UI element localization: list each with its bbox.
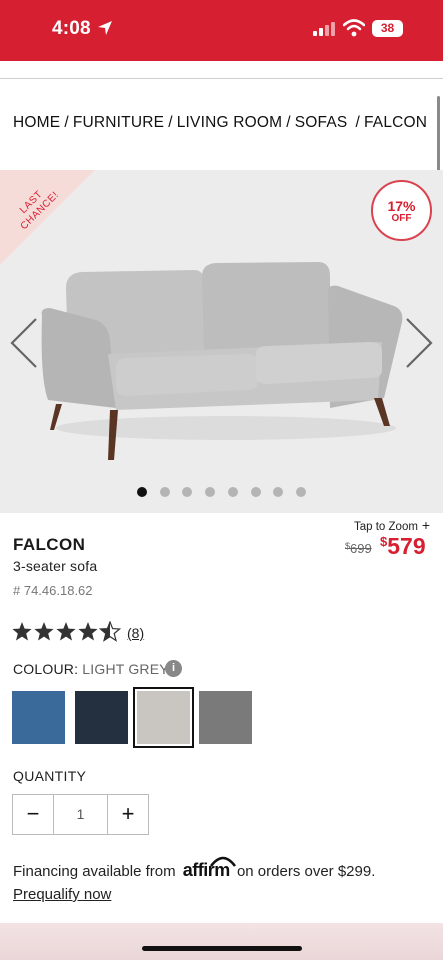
tap-to-zoom[interactable]: Tap to Zoom + bbox=[354, 517, 430, 533]
swatch-dark-grey[interactable] bbox=[199, 691, 252, 744]
star-icon bbox=[34, 622, 54, 641]
colour-label: COLOUR: LIGHT GREY bbox=[13, 661, 169, 677]
original-price: $699 bbox=[345, 541, 372, 556]
star-icon bbox=[12, 622, 32, 641]
financing-text: Financing available from affirm on order… bbox=[13, 856, 375, 881]
battery-indicator: 38 bbox=[372, 20, 403, 37]
location-arrow-icon bbox=[98, 21, 112, 35]
selected-colour: LIGHT GREY bbox=[82, 661, 169, 677]
breadcrumb-falcon: FALCON bbox=[363, 114, 428, 131]
carousel-dot[interactable] bbox=[296, 487, 306, 497]
quantity-label: QUANTITY bbox=[13, 768, 87, 784]
quantity-stepper: − 1 + bbox=[12, 794, 149, 835]
affirm-logo: affirm bbox=[183, 856, 236, 880]
status-time: 4:08 bbox=[52, 18, 91, 39]
product-sku: # 74.46.18.62 bbox=[13, 583, 93, 598]
discount-percent: 17% bbox=[387, 198, 416, 214]
carousel-dot[interactable] bbox=[137, 487, 147, 497]
breadcrumb-home[interactable]: HOME bbox=[13, 114, 60, 131]
swatch-navy[interactable] bbox=[75, 691, 128, 744]
home-indicator[interactable] bbox=[142, 946, 302, 951]
breadcrumb-living-room[interactable]: LIVING ROOM bbox=[177, 114, 283, 131]
carousel-dot[interactable] bbox=[182, 487, 192, 497]
product-subtitle: 3-seater sofa bbox=[13, 558, 98, 574]
star-icon bbox=[56, 622, 76, 641]
swatch-light-grey[interactable] bbox=[133, 687, 194, 748]
affirm-arc-icon bbox=[209, 856, 236, 867]
carousel-dot[interactable] bbox=[251, 487, 261, 497]
discount-badge: 17% OFF bbox=[371, 180, 432, 241]
tap-to-zoom-label: Tap to Zoom bbox=[354, 521, 418, 533]
breadcrumb-sofas[interactable]: SOFAS bbox=[295, 114, 348, 131]
breadcrumb: HOME / FURNITURE / LIVING ROOM / SOFAS / FALCON bbox=[13, 114, 427, 132]
breadcrumb-separator: / bbox=[355, 114, 360, 131]
carousel-dot[interactable] bbox=[160, 487, 170, 497]
star-rating[interactable] bbox=[12, 621, 124, 643]
quantity-value[interactable]: 1 bbox=[54, 795, 107, 834]
info-icon[interactable]: i bbox=[165, 660, 182, 677]
review-count-link[interactable]: (8) bbox=[127, 625, 144, 641]
bottom-bar bbox=[0, 923, 443, 960]
header-divider bbox=[0, 61, 443, 79]
breadcrumb-separator: / bbox=[64, 114, 69, 131]
star-icon bbox=[78, 622, 98, 641]
breadcrumb-furniture[interactable]: FURNITURE bbox=[73, 114, 164, 131]
carousel-dot[interactable] bbox=[205, 487, 215, 497]
carousel-dot[interactable] bbox=[228, 487, 238, 497]
wifi-icon bbox=[343, 19, 365, 37]
breadcrumb-separator: / bbox=[286, 114, 291, 131]
quantity-decrease-button[interactable]: − bbox=[13, 795, 54, 834]
status-bar: 4:08 38 bbox=[0, 0, 443, 61]
cellular-signal-icon bbox=[313, 22, 335, 36]
sale-price: $579 bbox=[380, 533, 426, 559]
sofa-product-image bbox=[41, 262, 403, 460]
carousel-dot[interactable] bbox=[273, 487, 283, 497]
breadcrumb-separator: / bbox=[168, 114, 173, 131]
quantity-increase-button[interactable]: + bbox=[107, 795, 148, 834]
plus-icon: + bbox=[421, 517, 431, 533]
swatch-blue[interactable] bbox=[12, 691, 65, 744]
product-name: FALCON bbox=[13, 535, 86, 554]
prequalify-link[interactable]: Prequalify now bbox=[13, 886, 111, 903]
discount-off-label: OFF bbox=[391, 213, 412, 224]
half-star-icon bbox=[99, 621, 121, 642]
chevron-left-icon[interactable] bbox=[8, 315, 40, 371]
